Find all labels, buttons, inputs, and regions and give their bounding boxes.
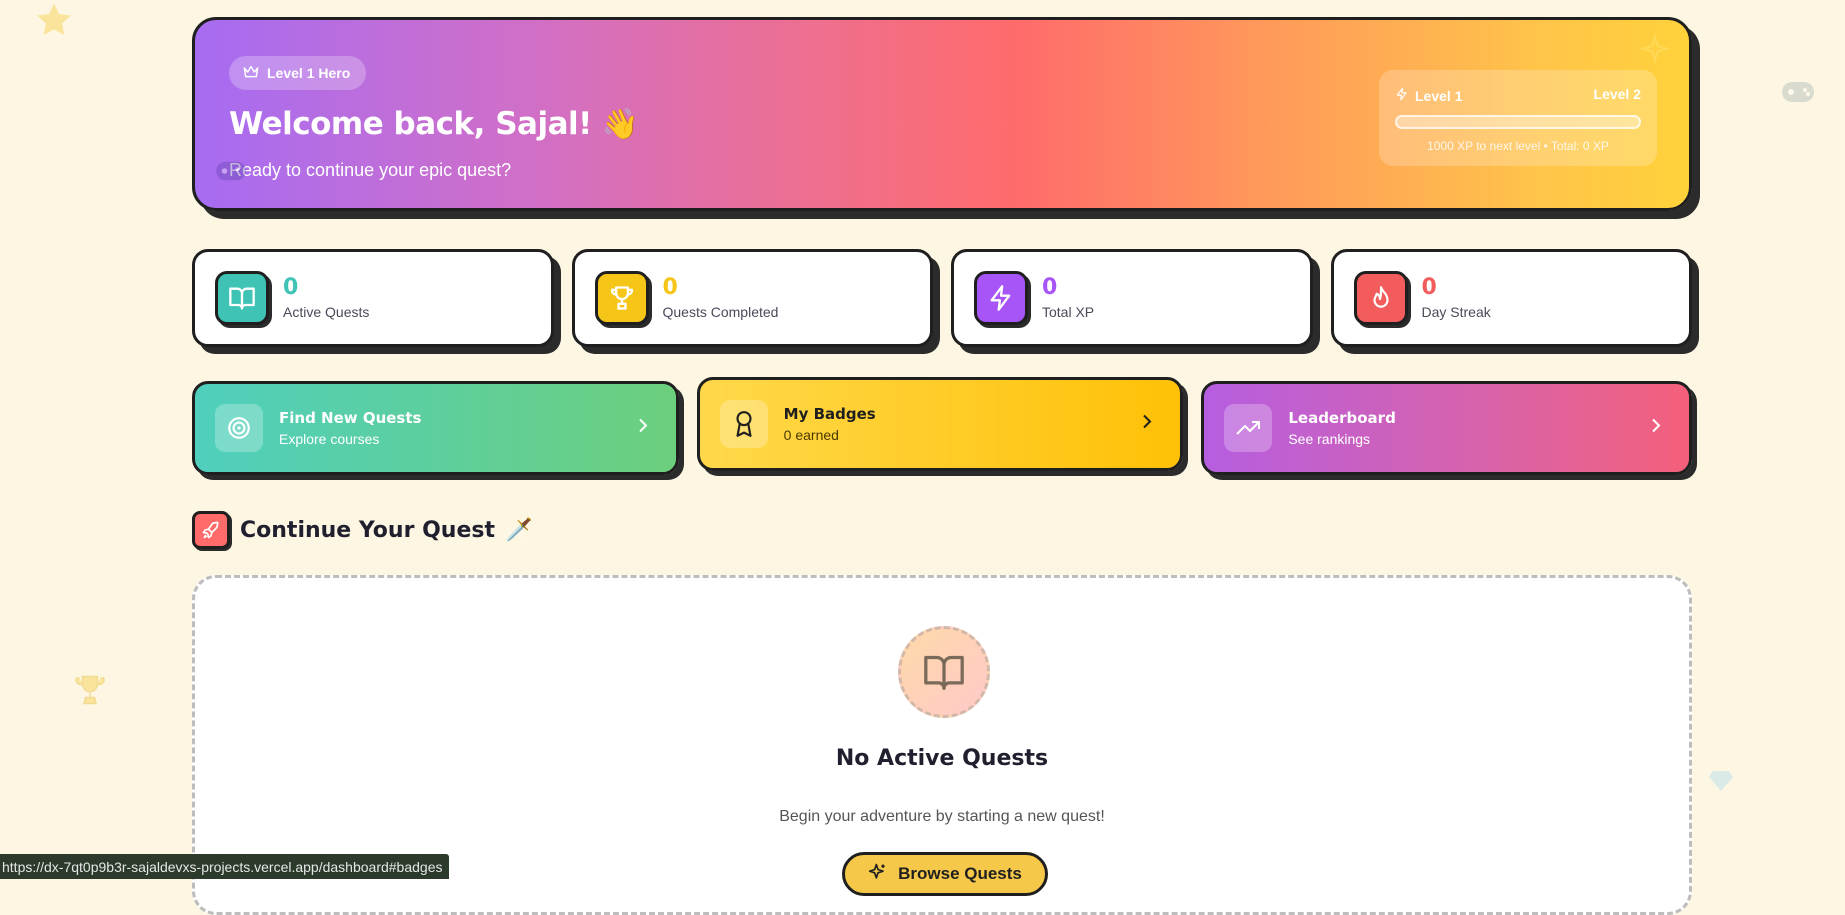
- welcome-title-text: Welcome back, Sajal!: [229, 106, 592, 142]
- trophy-icon: [594, 271, 649, 325]
- award-icon: [719, 400, 768, 448]
- stat-card-day-streak: 0 Day Streak: [1330, 249, 1692, 347]
- action-title: Leaderboard: [1288, 409, 1396, 427]
- xp-progress-bar: [1395, 115, 1641, 129]
- stat-label: Day Streak: [1421, 304, 1491, 320]
- welcome-title: Welcome back, Sajal! 👋: [229, 106, 639, 142]
- star-decoration-icon: [34, 0, 74, 40]
- stat-value: 0: [1421, 275, 1437, 300]
- stat-value: 0: [1042, 275, 1058, 300]
- xp-note: 1000 XP to next level • Total: 0 XP: [1427, 139, 1609, 153]
- my-badges-button[interactable]: My Badges 0 earned: [696, 377, 1184, 471]
- action-subtitle: See rankings: [1288, 431, 1371, 447]
- chevron-right-icon: [1651, 418, 1661, 438]
- section-title: Continue Your Quest: [240, 517, 495, 543]
- chevron-right-icon: [1142, 414, 1152, 434]
- wave-emoji: 👋: [601, 106, 639, 142]
- trophy-decoration-icon: [72, 672, 108, 708]
- browse-quests-label: Browse Quests: [898, 864, 1022, 883]
- continue-quest-header: Continue Your Quest 🗡️: [192, 511, 532, 549]
- current-level-label: Level 1: [1415, 87, 1463, 104]
- book-open-icon: [898, 626, 990, 718]
- action-subtitle: 0 earned: [783, 427, 839, 443]
- gamepad-decoration-icon: [213, 158, 249, 189]
- crown-icon: [243, 65, 259, 82]
- stat-label: Active Quests: [283, 304, 370, 320]
- rocket-icon: [192, 511, 230, 549]
- dashboard: Level 1 Hero Welcome back, Sajal! 👋 Read…: [192, 17, 1692, 915]
- sparkles-icon: [868, 862, 888, 887]
- chevron-right-icon: [638, 418, 648, 438]
- stat-value: 0: [662, 275, 678, 300]
- welcome-subtitle: Ready to continue your epic quest?: [229, 160, 512, 180]
- target-icon: [215, 404, 263, 452]
- action-subtitle: Explore courses: [279, 431, 380, 447]
- stat-label: Total XP: [1042, 304, 1095, 320]
- lightning-icon: [974, 271, 1028, 325]
- action-title: Find New Quests: [279, 409, 422, 427]
- action-title: My Badges: [783, 405, 876, 423]
- welcome-banner: Level 1 Hero Welcome back, Sajal! 👋 Read…: [192, 17, 1692, 211]
- flame-icon: [1353, 271, 1408, 325]
- empty-subtitle: Begin your adventure by starting a new q…: [779, 808, 1105, 825]
- dagger-emoji: 🗡️: [504, 517, 533, 542]
- gem-decoration-icon: [1708, 770, 1734, 792]
- xp-progress-card: Level 1 Level 2 1000 XP to next level • …: [1379, 70, 1657, 166]
- stat-card-total-xp: 0 Total XP: [951, 249, 1313, 347]
- empty-title: No Active Quests: [835, 746, 1049, 771]
- lightning-icon: [1395, 86, 1409, 105]
- trending-up-icon: [1224, 404, 1273, 452]
- leaderboard-button[interactable]: Leaderboard See rankings: [1201, 381, 1692, 475]
- stat-label: Quests Completed: [662, 304, 779, 320]
- current-level: Level 1: [1395, 86, 1462, 105]
- level-badge: Level 1 Hero: [229, 56, 367, 90]
- level-badge-label: Level 1 Hero: [267, 65, 351, 81]
- gamepad-decoration-icon: [1780, 78, 1816, 106]
- book-icon: [215, 271, 269, 325]
- stat-card-quests-completed: 0 Quests Completed: [571, 249, 933, 347]
- stat-card-active-quests: 0 Active Quests: [192, 249, 554, 347]
- find-new-quests-button[interactable]: Find New Quests Explore courses: [192, 381, 679, 475]
- quick-actions: Find New Quests Explore courses My Badge…: [192, 377, 1692, 475]
- sparkle-decoration-icon: [1639, 32, 1671, 71]
- browse-quests-button[interactable]: Browse Quests: [842, 852, 1048, 896]
- browser-status-url: https://dx-7qt0p9b3r-sajaldevxs-projects…: [0, 854, 449, 879]
- stats-row: 0 Active Quests 0 Quests Completed 0 Tot…: [192, 249, 1692, 347]
- stat-value: 0: [283, 275, 299, 300]
- next-level-label: Level 2: [1593, 86, 1641, 102]
